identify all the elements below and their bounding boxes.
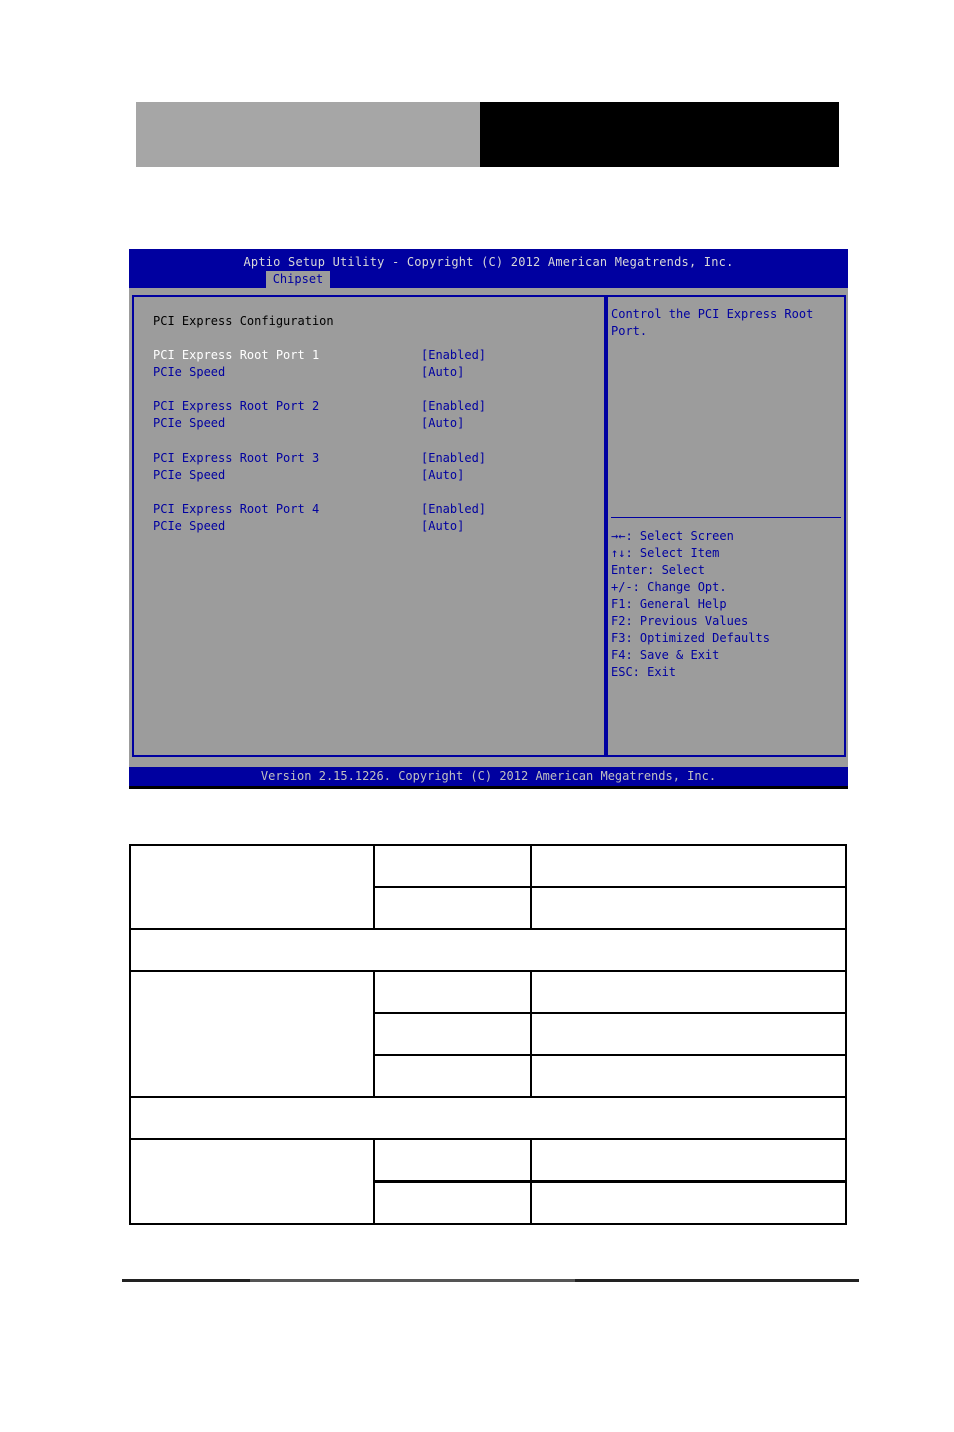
key-help-enter: Enter: Select <box>611 563 705 577</box>
table-cell <box>530 844 847 888</box>
table-cell <box>530 1012 847 1056</box>
bios-title: Aptio Setup Utility - Copyright (C) 2012… <box>243 255 734 269</box>
table-cell <box>530 886 847 930</box>
table-row <box>129 928 847 972</box>
setting-root-port-4-label[interactable]: PCI Express Root Port 4 <box>153 501 319 518</box>
table-cell <box>129 844 375 930</box>
key-help-select-screen: →←: Select Screen <box>611 529 734 543</box>
setting-pcie-speed-1-value[interactable]: [Auto] <box>421 364 464 381</box>
setting-root-port-1-label[interactable]: PCI Express Root Port 1 <box>153 347 319 364</box>
table-cell <box>373 1138 532 1183</box>
table-cell <box>129 970 375 1098</box>
key-help-f3: F3: Optimized Defaults <box>611 631 770 645</box>
key-help-change-opt: +/-: Change Opt. <box>611 580 727 594</box>
setting-pcie-speed-4-label[interactable]: PCIe Speed <box>153 518 225 535</box>
key-help-select-item: ↑↓: Select Item <box>611 546 720 560</box>
table-row <box>129 1096 847 1140</box>
tab-chipset[interactable]: Chipset <box>266 271 330 288</box>
bios-version: Version 2.15.1226. Copyright (C) 2012 Am… <box>260 769 717 783</box>
table-cell <box>373 970 532 1014</box>
table-cell <box>373 1180 532 1225</box>
key-help-f2: F2: Previous Values <box>611 614 749 628</box>
setting-pcie-speed-4-value[interactable]: [Auto] <box>421 518 464 535</box>
key-help-f1: F1: General Help <box>611 597 727 611</box>
key-help-f4: F4: Save & Exit <box>611 648 720 662</box>
page-header-left-band <box>136 102 480 167</box>
page-header-right-band <box>480 102 839 167</box>
help-text-line-2: Port. <box>611 324 648 338</box>
setting-pcie-speed-2-label[interactable]: PCIe Speed <box>153 415 225 432</box>
table-row <box>129 970 847 1098</box>
table-row <box>129 844 847 930</box>
bios-status-bar: Version 2.15.1226. Copyright (C) 2012 Am… <box>129 767 848 786</box>
setting-root-port-2-value[interactable]: [Enabled] <box>421 398 486 415</box>
setting-root-port-1-value[interactable]: [Enabled] <box>421 347 486 364</box>
options-table <box>129 844 847 1225</box>
up-down-arrows-icon: ↑↓ <box>611 546 626 560</box>
left-right-arrows-icon: →← <box>611 529 626 543</box>
bios-screenshot: Aptio Setup Utility - Copyright (C) 2012… <box>129 249 848 789</box>
table-row <box>129 1138 847 1225</box>
setting-root-port-3-label[interactable]: PCI Express Root Port 3 <box>153 450 319 467</box>
bios-body: PCI Express Configuration PCI Express Ro… <box>129 288 848 767</box>
setting-root-port-3-value[interactable]: [Enabled] <box>421 450 486 467</box>
setting-root-port-2-label[interactable]: PCI Express Root Port 2 <box>153 398 319 415</box>
table-cell <box>129 1096 847 1140</box>
table-cell <box>373 886 532 930</box>
table-cell <box>530 1138 847 1183</box>
table-cell <box>373 1012 532 1056</box>
table-cell <box>373 1054 532 1098</box>
help-pane: Control the PCI Express Root Port. →←: S… <box>606 295 846 757</box>
footer-rule-accent <box>250 1279 575 1282</box>
setting-pcie-speed-3-label[interactable]: PCIe Speed <box>153 467 225 484</box>
table-cell <box>373 844 532 888</box>
setting-pcie-speed-2-value[interactable]: [Auto] <box>421 415 464 432</box>
setting-pcie-speed-1-label[interactable]: PCIe Speed <box>153 364 225 381</box>
table-cell <box>530 970 847 1014</box>
table-cell <box>530 1054 847 1098</box>
help-divider <box>611 517 841 518</box>
setting-pcie-speed-3-value[interactable]: [Auto] <box>421 467 464 484</box>
setting-root-port-4-value[interactable]: [Enabled] <box>421 501 486 518</box>
bios-title-bar: Aptio Setup Utility - Copyright (C) 2012… <box>129 249 848 288</box>
help-text-line-1: Control the PCI Express Root <box>611 307 814 321</box>
section-heading: PCI Express Configuration <box>153 314 334 328</box>
table-cell <box>530 1180 847 1225</box>
table-cell <box>129 1138 375 1225</box>
table-cell <box>129 928 847 972</box>
key-help-esc: ESC: Exit <box>611 665 677 679</box>
settings-pane: PCI Express Configuration PCI Express Ro… <box>132 295 606 757</box>
